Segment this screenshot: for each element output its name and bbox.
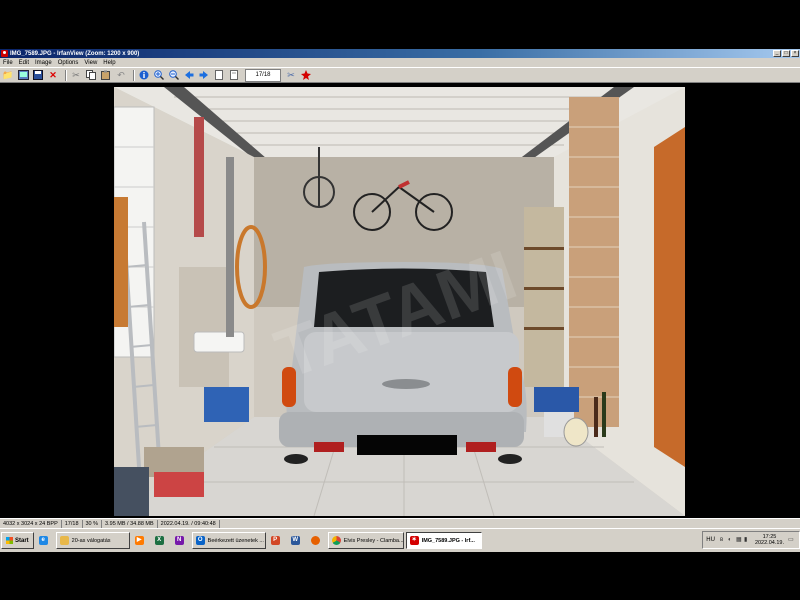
taskbar-item-excel[interactable]: X xyxy=(152,532,170,549)
excel-icon: X xyxy=(154,536,164,545)
prev-icon[interactable] xyxy=(183,69,195,81)
taskbar-item-label: 20-as válogatás xyxy=(71,537,111,544)
minimize-button[interactable]: _ xyxy=(773,50,781,57)
undo-icon[interactable]: ↶ xyxy=(115,69,127,81)
window-title: IMG_7589.JPG - IrfanView (Zoom: 1200 x 9… xyxy=(10,50,140,57)
menu-view[interactable]: View xyxy=(81,60,100,66)
ie-icon: e xyxy=(38,536,48,545)
taskbar-item-media[interactable]: ▶ xyxy=(132,532,150,549)
info-icon[interactable] xyxy=(138,69,150,81)
taskbar-item-outlook[interactable]: O Beérkezett üzenetek ... xyxy=(191,532,266,549)
status-datetime: 2022.04.19. / 09:40:48 xyxy=(158,520,220,528)
status-index: 17/18 xyxy=(62,520,83,528)
next-icon[interactable] xyxy=(198,69,210,81)
paste-icon[interactable] xyxy=(100,69,112,81)
taskbar-item-label: IMG_7589.JPG - Irf... xyxy=(421,537,475,544)
network-icon[interactable]: ▦ xyxy=(736,537,742,543)
taskbar-item-label: Elvis Presley - Clamba... xyxy=(343,537,404,544)
irfanview-icon xyxy=(1,50,8,57)
menu-bar: File Edit Image Options View Help xyxy=(0,58,800,67)
menu-file[interactable]: File xyxy=(0,60,16,66)
desktop-screen: IMG_7589.JPG - IrfanView (Zoom: 1200 x 9… xyxy=(0,49,800,566)
word-icon: W xyxy=(290,536,300,545)
start-button[interactable]: Start xyxy=(1,532,34,549)
zoom-out-icon[interactable] xyxy=(168,69,180,81)
taskbar-item-onenote[interactable]: N xyxy=(172,532,190,549)
taskbar-item-word[interactable]: W xyxy=(288,532,306,549)
menu-options[interactable]: Options xyxy=(55,60,82,66)
clock[interactable]: 17:25 2022.04.19. xyxy=(755,534,784,546)
last-page-icon[interactable] xyxy=(228,69,240,81)
close-button[interactable]: × xyxy=(791,50,799,57)
menu-edit[interactable]: Edit xyxy=(16,60,32,66)
status-dimensions: 4032 x 3024 x 24 BPP xyxy=(0,520,62,528)
title-bar: IMG_7589.JPG - IrfanView (Zoom: 1200 x 9… xyxy=(0,49,800,58)
irfanview-icon: ✶ xyxy=(409,536,419,545)
irfanview-about-icon[interactable] xyxy=(300,69,312,81)
thumbnails-icon[interactable] xyxy=(17,69,29,81)
delete-icon[interactable]: ✕ xyxy=(47,69,59,81)
copy-icon[interactable] xyxy=(85,69,97,81)
show-desktop-icon[interactable]: ▭ xyxy=(788,537,794,543)
speaker-icon[interactable]: ◐ xyxy=(728,537,734,543)
battery-icon[interactable]: ▮ xyxy=(744,537,750,543)
toolbar-separator xyxy=(65,69,67,81)
chrome-icon xyxy=(331,536,341,545)
outlook-icon: O xyxy=(195,536,205,545)
maximize-button[interactable]: □ xyxy=(782,50,790,57)
menu-help[interactable]: Help xyxy=(100,60,118,66)
taskbar-item-irfanview[interactable]: ✶ IMG_7589.JPG - Irf... xyxy=(405,532,482,549)
powerpoint-icon: P xyxy=(270,536,280,545)
zoom-in-icon[interactable] xyxy=(153,69,165,81)
taskbar-item-chrome[interactable]: Elvis Presley - Clamba... xyxy=(327,532,404,549)
taskbar-item-firefox[interactable] xyxy=(308,532,326,549)
status-zoom: 30 % xyxy=(83,520,103,528)
folder-icon xyxy=(59,536,69,545)
status-size: 3.95 MB / 34.88 MB xyxy=(102,520,158,528)
open-folder-icon[interactable]: 📁 xyxy=(2,69,14,81)
toolbar-separator xyxy=(133,69,135,81)
photo-garage-with-car: TATAMI xyxy=(114,87,685,516)
settings-icon[interactable]: ✂ xyxy=(285,69,297,81)
onenote-icon: N xyxy=(174,536,184,545)
windows-logo-icon xyxy=(6,537,13,544)
menu-image[interactable]: Image xyxy=(32,60,55,66)
language-indicator[interactable]: HU xyxy=(706,537,715,543)
image-viewport[interactable]: TATAMI xyxy=(0,84,800,566)
first-page-icon[interactable] xyxy=(213,69,225,81)
system-tray: HU ʙ ◐ ▦ ▮ 17:25 2022.04.19. ▭ xyxy=(702,531,800,549)
cut-icon[interactable]: ✂ xyxy=(70,69,82,81)
toolbar: 📁 ✕ ✂ ↶ 17/18 ✂ xyxy=(0,67,800,83)
bluetooth-icon[interactable]: ʙ xyxy=(720,537,726,543)
page-number-field[interactable]: 17/18 xyxy=(245,68,281,82)
taskbar-item-powerpoint[interactable]: P xyxy=(268,532,286,549)
save-icon[interactable] xyxy=(32,69,44,81)
media-player-icon: ▶ xyxy=(134,536,144,545)
start-label: Start xyxy=(15,537,29,544)
taskbar-item-ie[interactable]: e xyxy=(36,532,54,549)
clock-date: 2022.04.19. xyxy=(754,540,784,546)
taskbar-item-label: Beérkezett üzenetek ... xyxy=(207,537,264,544)
window-controls: _ □ × xyxy=(773,50,799,57)
taskbar-item-folder[interactable]: 20-as válogatás xyxy=(55,532,130,549)
taskbar: Start e 20-as válogatás ▶ X N O Beérkeze… xyxy=(0,528,800,552)
firefox-icon xyxy=(310,536,320,545)
